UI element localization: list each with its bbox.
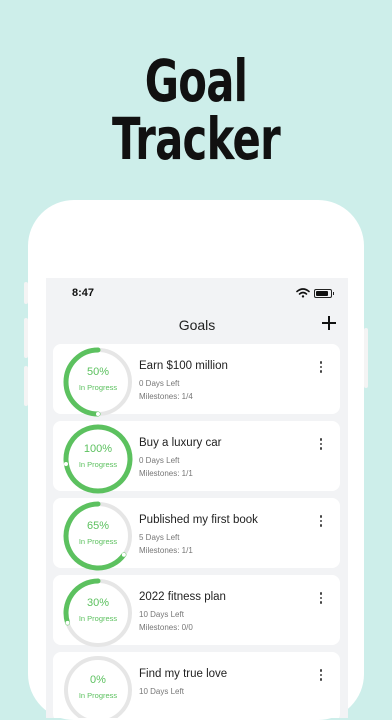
status-time: 8:47 <box>72 287 95 299</box>
progress-ring <box>63 578 132 647</box>
battery-icon <box>314 289 334 298</box>
phone-volume-up-button <box>24 318 28 358</box>
goal-card[interactable]: 50% In Progress Earn $100 million 0 Days… <box>53 344 340 417</box>
status-bar: 8:47 <box>46 278 348 308</box>
goal-title: Earn $100 million <box>139 360 228 372</box>
goal-title: Published my first book <box>139 514 258 526</box>
goal-status: In Progress <box>78 614 118 623</box>
goal-status: In Progress <box>78 460 118 469</box>
phone-side-button <box>24 282 28 304</box>
goal-days-left: 10 Days Left <box>139 687 184 696</box>
goal-days-left: 0 Days Left <box>139 456 180 465</box>
progress-percent: 100% <box>83 443 113 455</box>
add-goal-button[interactable] <box>320 314 338 332</box>
more-options-icon[interactable] <box>317 669 325 683</box>
goal-card[interactable]: 0% In Progress Find my true love 10 Days… <box>53 652 340 718</box>
goal-card[interactable]: 30% In Progress 2022 fitness plan 10 Day… <box>53 575 340 647</box>
progress-percent: 30% <box>86 597 110 609</box>
goal-title: Buy a luxury car <box>139 437 222 449</box>
goal-card[interactable]: 100% In Progress Buy a luxury car 0 Days… <box>53 421 340 494</box>
goal-milestones: Milestones: 1/1 <box>139 546 193 555</box>
progress-ring <box>63 424 133 494</box>
goal-milestones: Milestones: 1/4 <box>139 392 193 401</box>
phone-power-button <box>364 328 368 388</box>
goal-card[interactable]: 65% In Progress Published my first book … <box>53 498 340 571</box>
progress-percent: 50% <box>86 366 110 378</box>
goal-days-left: 10 Days Left <box>139 610 184 619</box>
goal-status: In Progress <box>78 383 118 392</box>
more-options-icon[interactable] <box>317 361 325 375</box>
wifi-icon <box>296 288 310 298</box>
goal-days-left: 5 Days Left <box>139 533 180 542</box>
more-options-icon[interactable] <box>317 515 325 529</box>
goal-title: 2022 fitness plan <box>139 591 226 603</box>
app-screen: 8:47 Goals 50% In Progress Earn $100 mil… <box>46 278 348 718</box>
phone-volume-down-button <box>24 366 28 406</box>
progress-percent: 65% <box>86 520 110 532</box>
page-title: Goals <box>178 317 216 333</box>
more-options-icon[interactable] <box>317 592 325 606</box>
progress-percent: 0% <box>90 674 106 686</box>
goal-status: In Progress <box>78 537 118 546</box>
goal-milestones: Milestones: 1/1 <box>139 469 193 478</box>
progress-ring <box>64 656 132 718</box>
more-options-icon[interactable] <box>317 438 325 452</box>
goal-days-left: 0 Days Left <box>139 379 180 388</box>
goal-milestones: Milestones: 0/0 <box>139 623 193 632</box>
progress-ring <box>63 347 132 417</box>
hero-title: Goal Tracker <box>112 47 281 173</box>
goal-title: Find my true love <box>139 668 228 680</box>
progress-ring <box>63 501 132 571</box>
